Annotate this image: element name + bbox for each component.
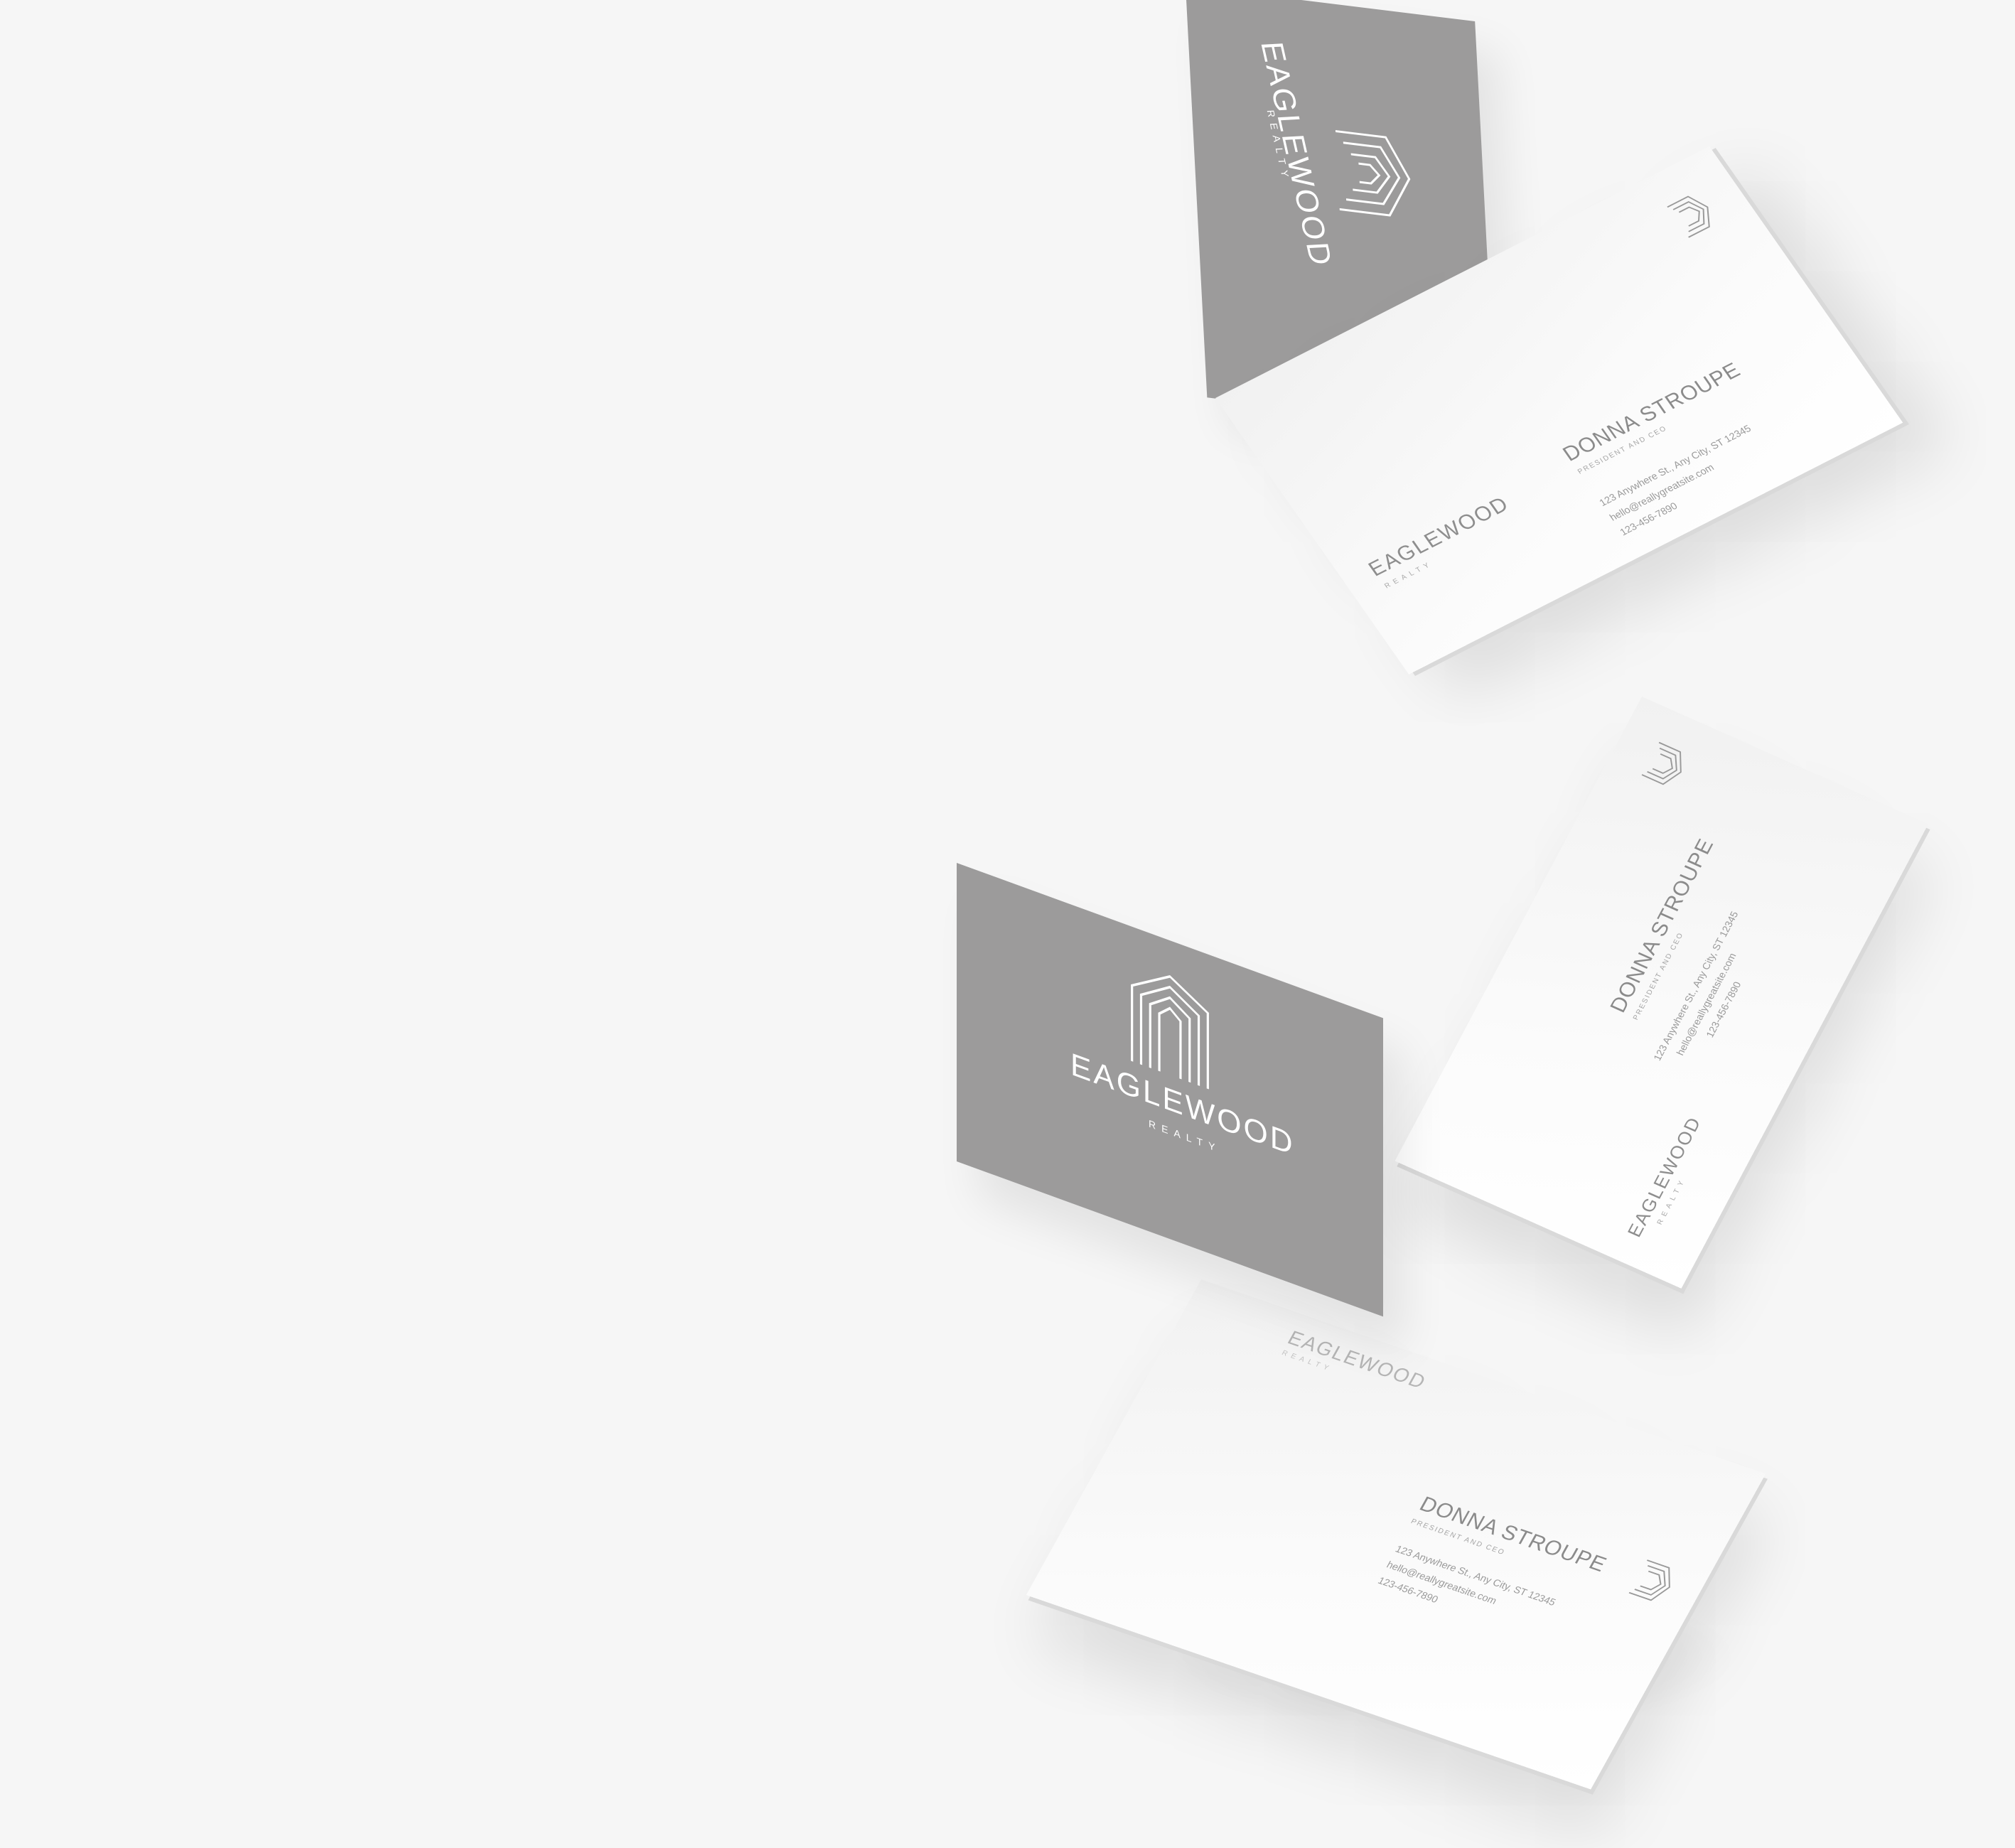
house-chevron-logo-icon	[1628, 1559, 1670, 1601]
card-gray-front: EAGLEWOOD REALTY	[957, 863, 1383, 1317]
house-chevron-logo-icon	[1641, 741, 1682, 785]
house-chevron-logo-icon	[1335, 130, 1411, 217]
brand-name-upper: EAGLEWOOD	[1364, 492, 1514, 581]
contact-name-right: DONNA STROUPE	[1606, 834, 1719, 1016]
card-white-right: DONNA STROUPE PRESIDENT AND CEO 123 Anyw…	[1395, 697, 1928, 1289]
business-card-mockup-scene: EAGLEWOOD REALTY EAGLEWOOD REALTY DONNA …	[0, 0, 2015, 1848]
house-chevron-logo-icon	[1667, 195, 1710, 238]
brand-name: EAGLEWOOD	[1254, 41, 1339, 268]
contact-name-upper: DONNA STROUPE	[1558, 358, 1746, 466]
